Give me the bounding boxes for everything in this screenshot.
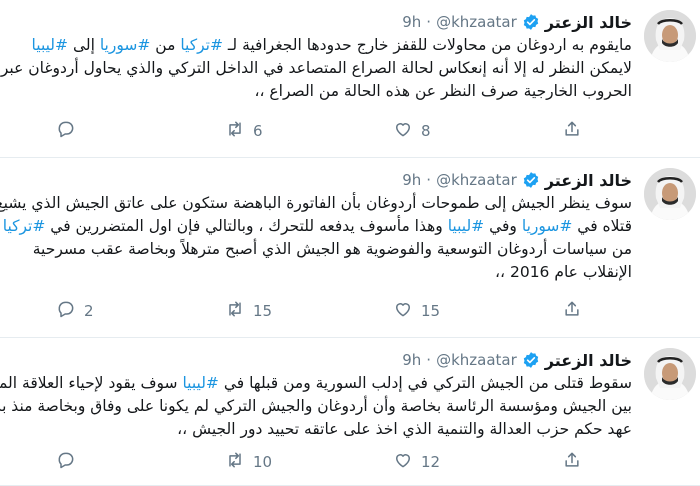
tweet-text-segment: سقوط قتلى من الجيش التركي في إدلب السوري… bbox=[218, 374, 632, 392]
heart-icon bbox=[393, 450, 413, 474]
like-button[interactable]: 15 bbox=[393, 299, 440, 323]
tweet-text-line: الحروب الخارجية صرف النظر عن هذه الحالة … bbox=[12, 80, 632, 103]
verified-badge-icon bbox=[522, 13, 540, 31]
hashtag-link[interactable]: #سوريا bbox=[522, 217, 573, 235]
tweet-text: سوف ينظر الجيش إلى طموحات أردوغان بأن ال… bbox=[0, 192, 632, 284]
tweet[interactable]: خالد الزعتر @khzaatar · 9h سوف ينظر الجي… bbox=[0, 158, 700, 338]
hashtag-link[interactable]: #سوريا bbox=[100, 36, 151, 54]
tweet-text-line: لايمكن النظر له إلا أنه إنعكاس لحالة الص… bbox=[1, 57, 632, 80]
tweet-text-segment: مايقوم به اردوغان من محاولات للقفز خارج … bbox=[222, 36, 632, 54]
retweet-button[interactable]: 10 bbox=[225, 450, 272, 474]
reply-button[interactable]: 2 bbox=[56, 299, 94, 323]
tweet-text-segment: الإنقلاب عام 2016 ،، bbox=[495, 263, 632, 281]
share-button[interactable] bbox=[562, 299, 582, 323]
author-name[interactable]: خالد الزعتر bbox=[545, 351, 632, 370]
tweet-text-segment: لايمكن النظر له إلا أنه إنعكاس لحالة الص… bbox=[0, 59, 632, 77]
like-count: 12 bbox=[421, 453, 441, 471]
tweet-text-segment: الحروب الخارجية صرف النظر عن هذه الحالة … bbox=[254, 82, 632, 100]
author-handle[interactable]: @khzaatar bbox=[436, 351, 517, 369]
author-handle[interactable]: @khzaatar bbox=[436, 171, 517, 189]
tweet-text-line: من سياسات أردوغان التوسعية والفوضوية هو … bbox=[12, 238, 632, 261]
separator-dot: · bbox=[426, 171, 432, 189]
author-name[interactable]: خالد الزعتر bbox=[545, 13, 632, 32]
tweet-header: خالد الزعتر @khzaatar · 9h bbox=[72, 11, 632, 33]
tweet-text-line: بين الجيش ومؤسسة الرئاسة بخاصة وأن أردوغ… bbox=[0, 395, 632, 418]
tweet-text-line: سوف ينظر الجيش إلى طموحات أردوغان بأن ال… bbox=[0, 192, 632, 215]
hashtag-link[interactable]: #تركيا bbox=[180, 36, 223, 54]
retweet-count: 15 bbox=[253, 302, 273, 320]
tweet-actions: 2 15 15 bbox=[0, 299, 700, 323]
tweet-timestamp[interactable]: 9h bbox=[402, 351, 421, 369]
tweet-text-segment: إلى bbox=[68, 36, 100, 54]
like-button[interactable]: 8 bbox=[393, 119, 431, 143]
tweet-text-segment: بين الجيش ومؤسسة الرئاسة بخاصة وأن أردوغ… bbox=[0, 397, 632, 415]
tweet-text-segment: سوف يقود لإحياء العلاقة المتوترة bbox=[0, 374, 178, 392]
tweet-text: مايقوم به اردوغان من محاولات للقفز خارج … bbox=[1, 34, 632, 103]
separator-dot: · bbox=[426, 351, 432, 369]
tweet-text-segment: من سياسات أردوغان التوسعية والفوضوية هو … bbox=[32, 240, 632, 258]
tweet-text-line: قتلاه في #سوريا وفي #ليبيا وهذا مأسوف يد… bbox=[3, 215, 632, 238]
retweet-icon bbox=[225, 450, 245, 474]
tweet[interactable]: خالد الزعتر @khzaatar · 9h مايقوم به ارد… bbox=[0, 0, 700, 158]
tweet-text-segment: عهد حكم حزب العدالة والتنمية الذي اخذ عل… bbox=[177, 420, 632, 438]
tweet-text-segment: من bbox=[150, 36, 181, 54]
like-button[interactable]: 12 bbox=[393, 450, 440, 474]
reply-count: 2 bbox=[84, 302, 94, 320]
reply-button[interactable] bbox=[56, 450, 84, 474]
tweet[interactable]: خالد الزعتر @khzaatar · 9h سقوط قتلى من … bbox=[0, 338, 700, 486]
tweet-text-segment: قتلاه في bbox=[572, 217, 632, 235]
tweet-text-line: الإنقلاب عام 2016 ،، bbox=[12, 261, 632, 284]
reply-icon bbox=[56, 299, 76, 323]
tweet-text-segment: وهذا مأسوف يدفعه للتحرك ، وبالتالي فإن ا… bbox=[45, 217, 448, 235]
tweet-timestamp[interactable]: 9h bbox=[402, 13, 421, 31]
separator-dot: · bbox=[426, 13, 432, 31]
share-button[interactable] bbox=[562, 119, 582, 143]
hashtag-link[interactable]: #ليبيا bbox=[32, 36, 68, 54]
share-button[interactable] bbox=[562, 450, 582, 474]
retweet-icon bbox=[225, 119, 245, 143]
tweet-timestamp[interactable]: 9h bbox=[402, 171, 421, 189]
retweet-icon bbox=[225, 299, 245, 323]
tweet-actions: 6 8 bbox=[0, 119, 700, 143]
tweet-text-segment: وفي bbox=[484, 217, 522, 235]
share-icon bbox=[562, 119, 582, 143]
tweet-header: خالد الزعتر @khzaatar · 9h bbox=[72, 169, 632, 191]
reply-icon bbox=[56, 450, 76, 474]
tweet-text-segment: سوف ينظر الجيش إلى طموحات أردوغان بأن ال… bbox=[0, 194, 632, 212]
retweet-button[interactable]: 6 bbox=[225, 119, 263, 143]
hashtag-link[interactable]: #ليبيا bbox=[448, 217, 484, 235]
tweet-text-line: سقوط قتلى من الجيش التركي في إدلب السوري… bbox=[0, 372, 632, 395]
like-count: 15 bbox=[421, 302, 441, 320]
tweet-header: خالد الزعتر @khzaatar · 9h bbox=[72, 349, 632, 371]
like-count: 8 bbox=[421, 122, 431, 140]
share-icon bbox=[562, 450, 582, 474]
reply-button[interactable] bbox=[56, 119, 84, 143]
tweet-actions: 10 12 bbox=[0, 450, 700, 474]
heart-icon bbox=[393, 299, 413, 323]
verified-badge-icon bbox=[522, 171, 540, 189]
heart-icon bbox=[393, 119, 413, 143]
tweet-text: سقوط قتلى من الجيش التركي في إدلب السوري… bbox=[0, 372, 632, 441]
avatar[interactable] bbox=[644, 348, 696, 400]
avatar[interactable] bbox=[644, 10, 696, 62]
avatar[interactable] bbox=[644, 168, 696, 220]
tweet-text-line: عهد حكم حزب العدالة والتنمية الذي اخذ عل… bbox=[12, 418, 632, 441]
hashtag-link[interactable]: #ليبيا bbox=[182, 374, 218, 392]
verified-badge-icon bbox=[522, 351, 540, 369]
reply-icon bbox=[56, 119, 76, 143]
author-handle[interactable]: @khzaatar bbox=[436, 13, 517, 31]
retweet-count: 10 bbox=[253, 453, 273, 471]
share-icon bbox=[562, 299, 582, 323]
retweet-count: 6 bbox=[253, 122, 263, 140]
tweet-text-line: مايقوم به اردوغان من محاولات للقفز خارج … bbox=[12, 34, 632, 57]
hashtag-link[interactable]: #تركيا bbox=[3, 217, 46, 235]
author-name[interactable]: خالد الزعتر bbox=[545, 171, 632, 190]
retweet-button[interactable]: 15 bbox=[225, 299, 272, 323]
